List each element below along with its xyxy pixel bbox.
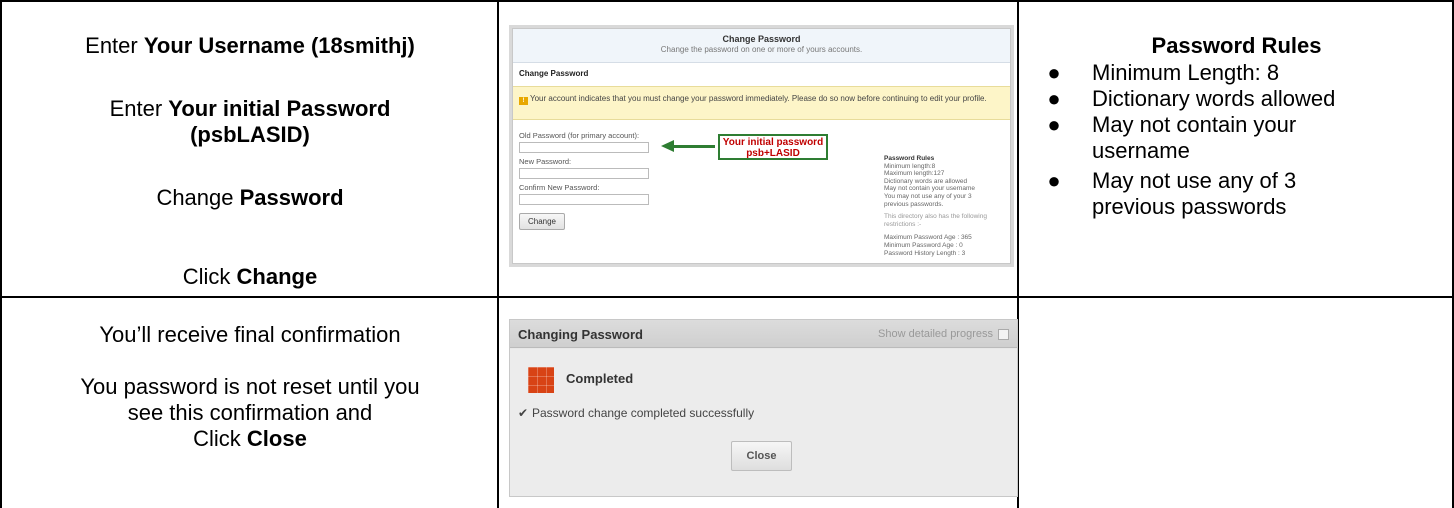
old-password-field[interactable] [519,142,649,153]
change-button[interactable]: Change [519,213,565,230]
warning-icon: ! [519,97,528,105]
checkmark-icon: ✔ [518,406,529,420]
close-button[interactable]: Close [731,441,792,471]
dialog-body: Completed ✔ Password change completed su… [510,349,1017,496]
instruction-username: Enter Your Username (18smithj) [85,33,415,58]
warning-banner: ! Your account indicates that you must ch… [513,86,1010,120]
confirm-password-field[interactable] [519,194,649,205]
directory-note: This directory also has the following [884,213,987,221]
bullet-icon: ● [1047,112,1061,137]
directory-note: restrictions :- [884,220,922,228]
changing-password-dialog: Changing Password Show detailed progress… [509,319,1018,497]
annotation-arrow-line [673,145,715,148]
dialog-title: Changing Password [518,327,643,342]
side-rule-line: Dictionary words are allowed [884,177,968,185]
bullet-icon: ● [1047,86,1061,111]
annotation-line2: psb+LASID [746,148,800,159]
list-item: ● Dictionary words allowed [1044,86,1444,112]
panel-title: Change Password [722,34,801,44]
side-password-rules: Password Rules Minimum length:8 Maximum … [884,155,987,257]
table-border-top [0,0,1454,2]
panel-header: Change Password Change the password on o… [513,29,1010,63]
instruction-change-password: Change Password [156,185,344,210]
confirmation-intro: You’ll receive final confirmation [99,322,401,347]
status-grid-icon [528,367,554,393]
row1-instructions: Enter Your Username (18smithj) Enter You… [20,33,480,290]
warning-text: Your account indicates that you must cha… [530,94,987,103]
table-row-divider [0,296,1454,298]
show-progress-label: Show detailed progress [878,328,993,340]
confirmation-note-2: see this confirmation and [127,400,373,425]
show-progress-checkbox[interactable] [998,329,1009,340]
list-item: ● May not use any of 3 previous passwords [1044,168,1344,220]
panel-subtitle: Change the password on one or more of yo… [660,45,863,54]
password-rules-title: Password Rules [1151,33,1322,58]
instruction-password: Enter Your initial Password (psbLASID) [109,96,391,147]
new-password-field[interactable] [519,168,649,179]
side-rule-line: previous passwords. [884,200,944,208]
new-password-label: New Password: [519,157,572,166]
row2-instructions: You’ll receive final confirmation You pa… [20,322,480,452]
table-border-left [0,0,2,508]
restriction-line: Minimum Password Age : 0 [884,241,963,249]
side-rule-line: Minimum length:8 [884,162,936,170]
old-password-label: Old Password (for primary account): [519,131,640,140]
list-item: ● Minimum Length: 8 [1044,60,1444,86]
change-password-screenshot: Change Password Change the password on o… [509,25,1014,267]
section-title: Change Password [519,69,589,78]
side-rules-title: Password Rules [884,155,935,162]
bullet-icon: ● [1047,168,1061,193]
dialog-title-bar: Changing Password Show detailed progress [510,320,1017,348]
instruction-click-close: Click Close [193,426,307,451]
change-password-panel: Change Password Change the password on o… [512,28,1011,264]
success-message: Password change completed successfully [532,406,755,420]
status-completed: Completed [566,371,634,386]
confirmation-note-1: You password is not reset until you [80,374,420,399]
side-rule-line: May not contain your username [884,185,976,193]
bullet-icon: ● [1047,60,1061,85]
initial-password-annotation: Your initial password psb+LASID [718,134,828,160]
password-rules-list: ● Minimum Length: 8 ● Dictionary words all… [1044,60,1444,220]
side-rule-line: Maximum length:127 [884,170,945,178]
restriction-line: Maximum Password Age : 365 [884,234,972,242]
side-rule-line: You may not use any of your 3 [884,192,972,200]
confirm-password-label: Confirm New Password: [519,183,600,192]
instruction-click-change: Click Change [182,264,318,289]
list-item: ● May not contain your username [1044,112,1344,164]
annotation-line1: Your initial password [722,137,824,148]
restriction-line: Password History Length : 3 [884,249,966,257]
table-col-divider-1 [497,0,499,508]
